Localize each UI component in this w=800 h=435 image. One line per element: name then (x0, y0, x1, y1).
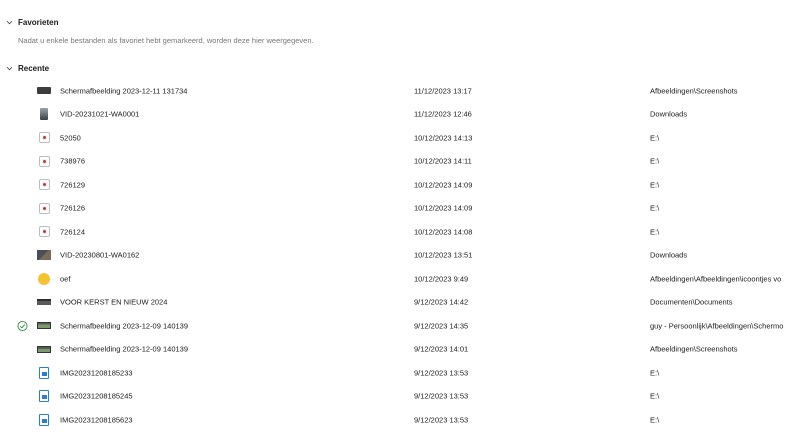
file-name: Schermafbeelding 2023-12-11 131734 (60, 86, 188, 96)
file-date: 9/12/2023 14:35 (414, 321, 469, 331)
chevron-down-icon (0, 19, 18, 26)
file-explorer-home: Favorieten Nadat u enkele bestanden als … (0, 0, 800, 435)
favorites-section-header[interactable]: Favorieten (0, 14, 58, 30)
file-location: Downloads (650, 250, 688, 260)
file-name: 52050 (60, 133, 81, 143)
document-thumbnail-icon (37, 296, 51, 308)
file-name: oef (60, 274, 71, 284)
file-name: IMG20231208185245 (60, 391, 133, 401)
recent-section-header[interactable]: Recente (0, 60, 49, 76)
file-location: Downloads (650, 109, 688, 119)
file-location: E:\ (650, 133, 660, 143)
file-date: 11/12/2023 13:17 (414, 86, 472, 96)
file-name: VOOR KERST EN NIEUW 2024 (60, 297, 168, 307)
photo-icon (37, 155, 51, 167)
recent-file-row[interactable]: Schermafbeelding 2023-12-11 131734 11/12/… (0, 79, 800, 103)
file-date: 9/12/2023 13:53 (414, 368, 469, 378)
file-location: E:\ (650, 415, 660, 425)
file-date: 10/12/2023 14:09 (414, 203, 473, 213)
file-location: E:\ (650, 156, 660, 166)
file-date: 9/12/2023 13:53 (414, 415, 469, 425)
file-name: 726129 (60, 180, 86, 190)
favorites-title: Favorieten (18, 17, 59, 27)
favorites-empty-note: Nadat u enkele bestanden als favoriet he… (18, 36, 314, 45)
file-location: Afbeeldingen\Afbeeldingen\icoontjes vo (650, 274, 782, 284)
recent-file-row[interactable]: VID-20231021-WA0001 11/12/2023 12:46 Downl… (0, 103, 800, 127)
file-name: 726124 (60, 227, 86, 237)
recent-file-row[interactable]: oef 10/12/2023 9:49 Afbeeldingen\Afbeeldin… (0, 267, 800, 291)
recent-file-row[interactable]: VID-20230801-WA0162 10/12/2023 13:51 Downl… (0, 244, 800, 268)
file-name: Schermafbeelding 2023-12-09 140139 (60, 344, 189, 354)
photo-icon (37, 132, 51, 144)
file-date: 10/12/2023 14:09 (414, 180, 473, 190)
file-name: VID-20231021-WA0001 (60, 109, 140, 119)
recent-file-row[interactable]: VOOR KERST EN NIEUW 2024 9/12/2023 14:42 D… (0, 291, 800, 315)
recent-file-row[interactable]: Schermafbeelding 2023-12-09 140139 9/12/2… (0, 314, 800, 338)
recent-file-row[interactable]: IMG20231208185245 9/12/2023 13:53 E:\ (0, 385, 800, 409)
file-date: 11/12/2023 12:46 (414, 109, 472, 119)
file-location: E:\ (650, 391, 660, 401)
file-location: E:\ (650, 368, 660, 378)
file-date: 10/12/2023 14:08 (414, 227, 473, 237)
image-file-icon (37, 366, 51, 379)
file-name: IMG20231208185233 (60, 368, 133, 378)
screenshot-icon (37, 85, 51, 97)
file-location: Afbeeldingen\Screenshots (650, 344, 738, 354)
recent-file-row[interactable]: 726129 10/12/2023 14:09 E:\ (0, 173, 800, 197)
file-date: 10/12/2023 14:11 (414, 156, 472, 166)
emoji-icon (37, 272, 51, 285)
file-date: 10/12/2023 9:49 (414, 274, 469, 284)
photo-icon (37, 226, 51, 238)
photo-icon (37, 179, 51, 191)
recent-file-row[interactable]: 52050 10/12/2023 14:13 E:\ (0, 126, 800, 150)
file-location: E:\ (650, 227, 660, 237)
file-name: Schermafbeelding 2023-12-09 140139 (60, 321, 189, 331)
file-name: IMG20231208185623 (60, 415, 133, 425)
file-date: 9/12/2023 14:42 (414, 297, 469, 307)
recent-file-list: Schermafbeelding 2023-12-11 131734 11/12/… (0, 79, 800, 432)
image-thumbnail-icon (37, 343, 51, 355)
video-icon (37, 108, 51, 121)
recent-file-row[interactable]: IMG20231208185233 9/12/2023 13:53 E:\ (0, 361, 800, 385)
recent-title: Recente (18, 63, 50, 73)
image-file-icon (37, 413, 51, 426)
file-location: E:\ (650, 180, 660, 190)
file-name: VID-20230801-WA0162 (60, 250, 140, 260)
chevron-down-icon (0, 65, 18, 72)
file-location: Documenten\Documents (650, 297, 733, 307)
photo-icon (37, 202, 51, 214)
file-location: E:\ (650, 203, 660, 213)
file-location: guy - Persoonlijk\Afbeeldingen\Schermo (650, 321, 784, 331)
image-thumbnail-icon (37, 320, 51, 332)
file-date: 9/12/2023 14:01 (414, 344, 469, 354)
video-thumbnail-icon (37, 249, 51, 261)
recent-file-row[interactable]: 738976 10/12/2023 14:11 E:\ (0, 150, 800, 174)
file-name: 726126 (60, 203, 86, 213)
file-location: Afbeeldingen\Screenshots (650, 86, 738, 96)
file-name: 738976 (60, 156, 86, 166)
file-date: 10/12/2023 14:13 (414, 133, 473, 143)
recent-file-row[interactable]: IMG20231208185623 9/12/2023 13:53 E:\ (0, 408, 800, 432)
file-date: 10/12/2023 13:51 (414, 250, 473, 260)
recent-file-row[interactable]: 726124 10/12/2023 14:08 E:\ (0, 220, 800, 244)
recent-file-row[interactable]: Schermafbeelding 2023-12-09 140139 9/12/2… (0, 338, 800, 362)
image-file-icon (37, 390, 51, 403)
sync-status-check-icon (17, 320, 28, 331)
recent-file-row[interactable]: 726126 10/12/2023 14:09 E:\ (0, 197, 800, 221)
file-date: 9/12/2023 13:53 (414, 391, 469, 401)
